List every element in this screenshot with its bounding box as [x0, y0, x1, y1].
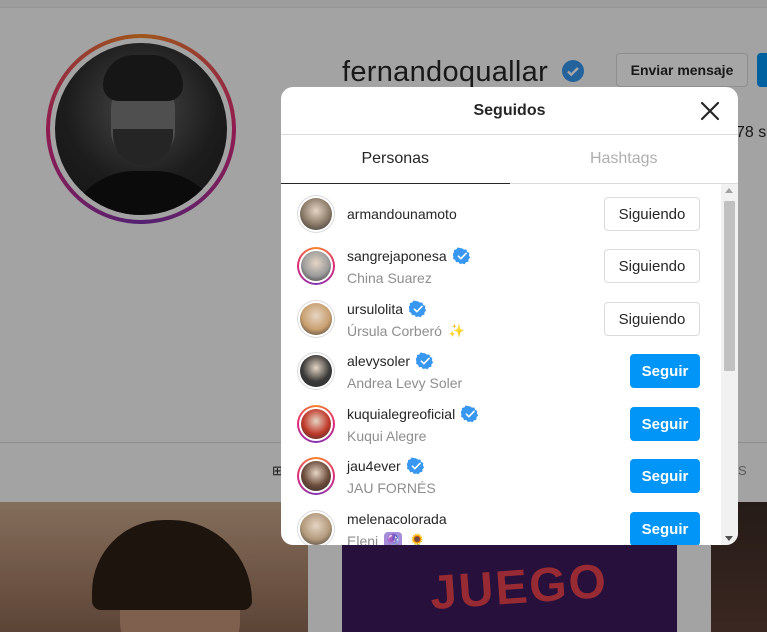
full-name: Úrsula Corberó — [347, 323, 442, 339]
full-name: Andrea Levy Soler — [347, 375, 463, 391]
username[interactable]: melenacolorada — [347, 511, 447, 527]
verified-badge-icon — [409, 300, 427, 318]
scrollbar-thumb[interactable] — [724, 201, 735, 371]
tab-hashtags[interactable]: Hashtags — [510, 135, 739, 183]
follow-button[interactable]: Seguir — [630, 459, 700, 493]
avatar[interactable] — [297, 300, 335, 338]
username[interactable]: kuquialegreoficial — [347, 406, 455, 422]
modal-title: Seguidos — [473, 101, 546, 119]
username[interactable]: alevysoler — [347, 353, 410, 369]
scroll-down-arrow-icon[interactable] — [725, 536, 733, 541]
avatar[interactable] — [297, 352, 335, 390]
modal-tabs: Personas Hashtags — [281, 135, 738, 184]
following-modal: Seguidos Personas Hashtags armandounamot… — [281, 87, 738, 545]
username[interactable]: sangrejaponesa — [347, 248, 447, 264]
full-name: JAU FORNÉS — [347, 480, 436, 496]
list-item[interactable]: alevysoler Andrea Levy Soler Seguir — [281, 345, 721, 397]
list-item[interactable]: armandounamoto Siguiendo — [281, 188, 721, 240]
following-button[interactable]: Siguiendo — [604, 302, 700, 336]
username[interactable]: ursulolita — [347, 301, 403, 317]
sunflower-emoji-icon: 🌻 — [409, 533, 426, 545]
scrollbar[interactable] — [721, 184, 738, 545]
modal-header: Seguidos — [281, 87, 738, 135]
full-name: China Suarez — [347, 270, 432, 286]
list-item[interactable]: kuquialegreoficial Kuqui Alegre Seguir — [281, 398, 721, 450]
list-item[interactable]: jau4ever JAU FORNÉS Seguir — [281, 450, 721, 502]
close-icon[interactable] — [696, 97, 724, 125]
following-list[interactable]: armandounamoto Siguiendo sangrejaponesa Chi… — [281, 184, 721, 545]
full-name: Eleni — [347, 533, 379, 545]
emoji-icon: 🔮 — [384, 532, 403, 545]
avatar[interactable] — [297, 247, 335, 285]
scroll-up-arrow-icon[interactable] — [725, 188, 733, 193]
avatar[interactable] — [297, 195, 335, 233]
list-item[interactable]: sangrejaponesa China Suarez Siguiendo — [281, 240, 721, 292]
list-item[interactable]: melenacolorada Eleni 🔮 🌻 Seguir — [281, 503, 721, 545]
verified-badge-icon — [452, 247, 471, 265]
follow-button[interactable]: Seguir — [630, 512, 700, 545]
tab-personas[interactable]: Personas — [281, 135, 510, 184]
verified-badge-icon — [416, 352, 434, 370]
username[interactable]: jau4ever — [347, 458, 401, 474]
verified-badge-icon — [406, 457, 425, 475]
following-button[interactable]: Siguiendo — [604, 249, 700, 283]
full-name: Kuqui Alegre — [347, 428, 427, 444]
follow-button[interactable]: Seguir — [630, 407, 700, 441]
avatar[interactable] — [297, 405, 335, 443]
list-item[interactable]: ursulolita Úrsula Corberó ✨ Siguiendo — [281, 293, 721, 345]
following-button[interactable]: Siguiendo — [604, 197, 700, 231]
emoji-icon: ✨ — [448, 323, 466, 338]
follow-button[interactable]: Seguir — [630, 354, 700, 388]
avatar[interactable] — [297, 510, 335, 545]
verified-badge-icon — [461, 405, 479, 423]
avatar[interactable] — [297, 457, 335, 495]
username[interactable]: armandounamoto — [347, 206, 457, 222]
